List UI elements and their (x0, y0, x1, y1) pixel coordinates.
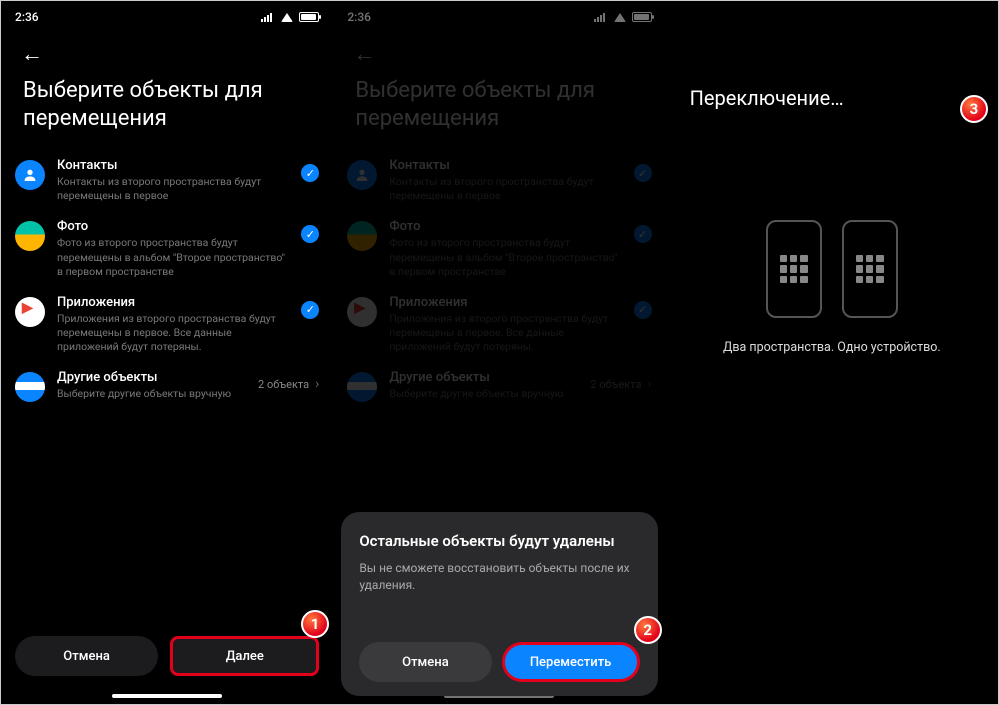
annotation-badge-1: 1 (301, 610, 329, 638)
nav-indicator[interactable] (112, 694, 222, 698)
contacts-icon (15, 160, 45, 190)
space-icon (766, 220, 822, 318)
next-button-label: Далее (226, 649, 264, 664)
item-other[interactable]: Другие объекты Выберите другие объекты в… (1, 362, 333, 410)
playstore-icon (15, 297, 45, 327)
dialog-title: Остальные объекты будут удалены (359, 532, 639, 550)
spaces-caption: Два пространства. Одно устройство. (666, 340, 998, 355)
wifi-icon (281, 13, 293, 22)
annotation-badge-3: 3 (960, 95, 988, 123)
bottom-buttons: Отмена Далее (1, 636, 333, 676)
item-title: Контакты (57, 158, 289, 173)
checkbox-checked-icon[interactable]: ✓ (301, 225, 319, 243)
item-count: 2 объекта (258, 378, 309, 391)
checkbox-checked-icon[interactable]: ✓ (301, 164, 319, 182)
confirm-dialog: Остальные объекты будут удалены Вы не см… (341, 512, 657, 696)
statusbar: 2:36 (1, 1, 333, 29)
dialog-desc: Вы не сможете восстановить объекты после… (359, 560, 639, 594)
dialog-confirm-button[interactable]: Переместить (502, 642, 640, 682)
annotation-badge-2: 2 (634, 616, 662, 644)
item-desc: Фото из второго пространства будут перем… (57, 236, 289, 279)
item-title: Фото (57, 219, 289, 234)
item-photo[interactable]: Фото Фото из второго пространства будут … (1, 211, 333, 287)
item-contacts[interactable]: Контакты Контакты из второго пространств… (1, 150, 333, 211)
item-apps[interactable]: Приложения Приложения из второго простра… (1, 287, 333, 363)
phone-screen-3: Переключение… 3 Два пространства. Одно у… (666, 1, 998, 704)
item-desc: Выберите другие объекты вручную (57, 387, 246, 401)
folder-icon (15, 372, 45, 402)
checkbox-checked-icon[interactable]: ✓ (301, 301, 319, 319)
clock: 2:36 (15, 10, 39, 24)
item-desc: Приложения из второго пространства будут… (57, 312, 289, 355)
dialog-confirm-label: Переместить (530, 655, 612, 670)
back-row: ← (1, 29, 333, 73)
item-title: Другие объекты (57, 370, 246, 385)
battery-icon (299, 12, 319, 22)
signal-icon (261, 12, 275, 22)
cancel-button[interactable]: Отмена (15, 636, 158, 676)
dialog-cancel-button[interactable]: Отмена (359, 642, 491, 682)
back-icon[interactable]: ← (21, 42, 43, 67)
spaces-illustration (666, 220, 998, 318)
item-desc: Контакты из второго пространства будут п… (57, 175, 289, 203)
switching-title: Переключение… (666, 1, 998, 110)
phone-screen-1: 2:36 ← Выберите объекты для перемещения … (1, 1, 333, 704)
space-icon (842, 220, 898, 318)
page-title: Выберите объекты для перемещения (1, 73, 333, 150)
status-icons (261, 12, 319, 22)
photo-icon (15, 221, 45, 251)
chevron-right-icon: › (315, 376, 319, 392)
next-button[interactable]: Далее (170, 636, 319, 676)
item-title: Приложения (57, 295, 289, 310)
phone-screen-2: 2:36 ← Выберите объекты для перемещения … (333, 1, 665, 704)
